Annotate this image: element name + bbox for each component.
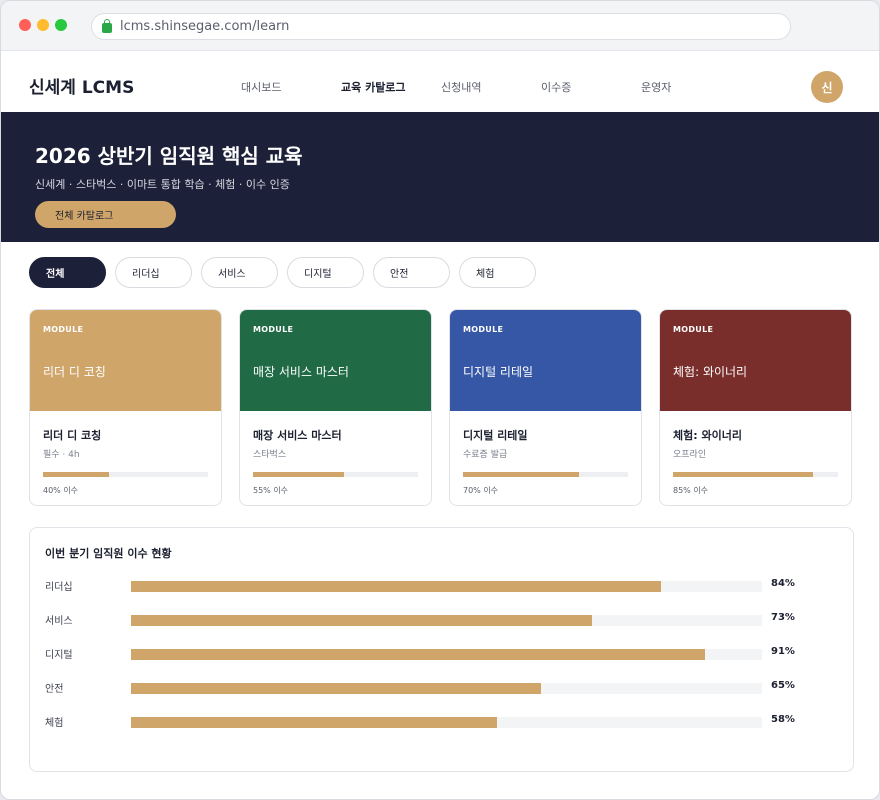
course-card[interactable]: MODULE 디지털 리테일 디지털 리테일 수료증 발급 70% 이수 xyxy=(449,309,642,506)
stat-bar-fill xyxy=(131,683,542,694)
full-catalog-button[interactable]: 전체 카탈로그 xyxy=(35,201,176,228)
avatar[interactable]: 신 xyxy=(811,71,843,103)
card-meta: 필수 · 4h xyxy=(43,450,80,460)
card-progress-track xyxy=(43,472,208,477)
lock-icon xyxy=(102,18,112,33)
address-bar[interactable]: lcms.shinsegae.com/learn xyxy=(91,13,791,40)
logo[interactable]: 신세계 LCMS xyxy=(29,73,134,98)
card-title: 리더 디 코칭 xyxy=(43,429,102,442)
stat-value: 58% xyxy=(771,714,795,725)
stat-value: 84% xyxy=(771,578,795,589)
card-header: MODULE 매장 서비스 마스터 xyxy=(240,310,431,411)
stat-bar-fill xyxy=(131,717,497,728)
nav-item-dashboard[interactable]: 대시보드 xyxy=(241,79,281,95)
card-module-tag: MODULE xyxy=(253,325,294,334)
stat-label: 체험 xyxy=(45,718,64,729)
card-header: MODULE 디지털 리테일 xyxy=(450,310,641,411)
stat-bar-track xyxy=(131,649,762,660)
stat-bar-fill xyxy=(131,649,706,660)
course-card[interactable]: MODULE 리더 디 코칭 리더 디 코칭 필수 · 4h 40% 이수 xyxy=(29,309,222,506)
stat-bar-track xyxy=(131,581,762,592)
card-progress-fill xyxy=(673,472,814,477)
filter-chip-digital[interactable]: 디지털 xyxy=(287,257,364,288)
hero-subtitle: 신세계 · 스타벅스 · 이마트 통합 학습 · 체험 · 이수 인증 xyxy=(35,178,290,191)
filter-chip-service[interactable]: 서비스 xyxy=(201,257,278,288)
card-progress-text: 70% 이수 xyxy=(463,486,499,495)
card-progress-text: 40% 이수 xyxy=(43,486,79,495)
nav-item-catalog[interactable]: 교육 카탈로그 xyxy=(341,79,406,95)
card-title: 디지털 리테일 xyxy=(463,429,528,442)
card-progress-track xyxy=(673,472,838,477)
stat-bar-track xyxy=(131,717,762,728)
nav-item-admin[interactable]: 운영자 xyxy=(641,79,671,95)
card-title: 체험: 와이너리 xyxy=(673,429,742,442)
stat-label: 리더십 xyxy=(45,582,73,593)
card-progress-track xyxy=(253,472,418,477)
stat-value: 65% xyxy=(771,680,795,691)
card-module-tag: MODULE xyxy=(43,325,84,334)
card-meta: 오프라인 xyxy=(673,450,707,460)
filter-chip-experience[interactable]: 체험 xyxy=(459,257,536,288)
card-header-title: 리더 디 코칭 xyxy=(43,365,106,379)
course-card[interactable]: MODULE 매장 서비스 마스터 매장 서비스 마스터 스타벅스 55% 이수 xyxy=(239,309,432,506)
close-window-icon[interactable] xyxy=(19,19,31,31)
stat-value: 91% xyxy=(771,646,795,657)
browser-window: lcms.shinsegae.com/learn 신세계 LCMS 대시보드 교… xyxy=(0,0,880,800)
top-navigation: 신세계 LCMS 대시보드 교육 카탈로그 신청내역 이수증 운영자 신 xyxy=(1,51,879,112)
card-meta: 스타벅스 xyxy=(253,450,287,460)
stat-label: 디지털 xyxy=(45,650,73,661)
card-progress-track xyxy=(463,472,628,477)
card-meta: 수료증 발급 xyxy=(463,450,508,460)
stat-bar-track xyxy=(131,615,762,626)
course-card[interactable]: MODULE 체험: 와이너리 체험: 와이너리 오프라인 85% 이수 xyxy=(659,309,852,506)
maximize-window-icon[interactable] xyxy=(55,19,67,31)
browser-chrome: lcms.shinsegae.com/learn xyxy=(1,1,879,51)
stat-value: 73% xyxy=(771,612,795,623)
minimize-window-icon[interactable] xyxy=(37,19,49,31)
filter-chip-all[interactable]: 전체 xyxy=(29,257,106,288)
card-header-title: 디지털 리테일 xyxy=(463,365,534,379)
card-header-title: 매장 서비스 마스터 xyxy=(253,365,349,379)
stat-bar-fill xyxy=(131,581,662,592)
stat-bar-track xyxy=(131,683,762,694)
card-module-tag: MODULE xyxy=(673,325,714,334)
card-progress-fill xyxy=(43,472,109,477)
card-header: MODULE 체험: 와이너리 xyxy=(660,310,851,411)
url-text: lcms.shinsegae.com/learn xyxy=(120,19,290,34)
hero-banner: 2026 상반기 임직원 핵심 교육 신세계 · 스타벅스 · 이마트 통합 학… xyxy=(1,112,879,242)
nav-item-applications[interactable]: 신청내역 xyxy=(441,79,481,95)
card-progress-fill xyxy=(463,472,579,477)
card-progress-text: 85% 이수 xyxy=(673,486,709,495)
card-progress-text: 55% 이수 xyxy=(253,486,289,495)
card-header-title: 체험: 와이너리 xyxy=(673,365,748,379)
completion-stats-panel: 이번 분기 임직원 이수 현황 리더십 84% 서비스 73% 디지털 91% 안전 65% 체… xyxy=(29,527,854,772)
stat-bar-fill xyxy=(131,615,592,626)
filter-chip-leadership[interactable]: 리더십 xyxy=(115,257,192,288)
card-header: MODULE 리더 디 코칭 xyxy=(30,310,221,411)
panel-title: 이번 분기 임직원 이수 현황 xyxy=(45,547,172,560)
card-progress-fill xyxy=(253,472,344,477)
nav-item-certificates[interactable]: 이수증 xyxy=(541,79,571,95)
hero-title: 2026 상반기 임직원 핵심 교육 xyxy=(35,144,303,168)
card-module-tag: MODULE xyxy=(463,325,504,334)
stat-label: 서비스 xyxy=(45,616,73,627)
filter-chip-safety[interactable]: 안전 xyxy=(373,257,450,288)
card-title: 매장 서비스 마스터 xyxy=(253,429,342,442)
stat-label: 안전 xyxy=(45,684,64,695)
